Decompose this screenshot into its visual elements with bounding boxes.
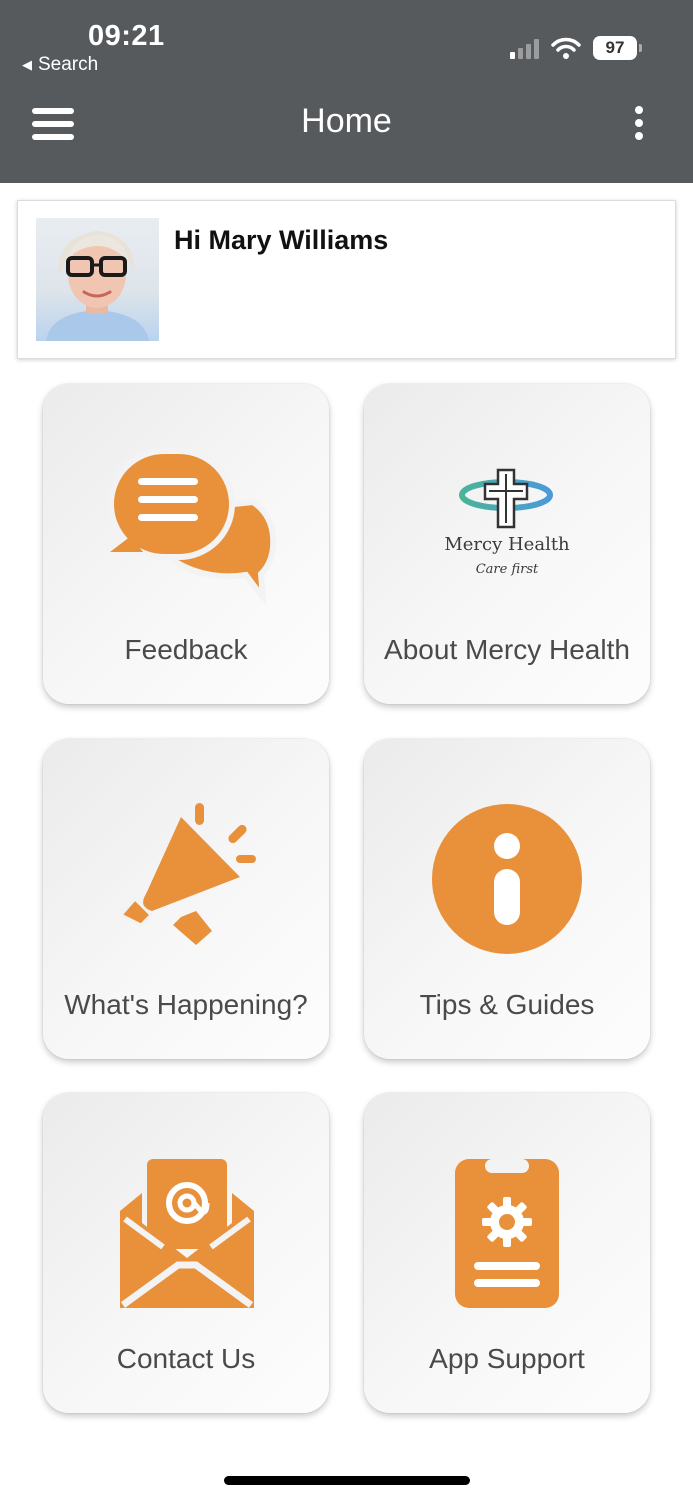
avatar	[36, 218, 159, 341]
mercy-logo-name: Mercy Health	[444, 534, 570, 555]
back-to-search[interactable]: ◀ Search	[22, 54, 98, 76]
back-label: Search	[38, 54, 99, 75]
tile-label: What's Happening?	[64, 989, 308, 1020]
greeting-text: Hi Mary Williams	[174, 225, 389, 255]
status-icons: 97	[510, 36, 642, 60]
back-arrow-icon: ◀	[22, 57, 32, 72]
tile-label: About Mercy Health	[384, 634, 630, 665]
mercy-health-logo: Mercy Health Care first	[364, 384, 650, 624]
top-bar: 09:21 ◀ Search 97 Home	[0, 0, 693, 183]
cellular-signal-icon	[510, 37, 539, 59]
tile-label: Feedback	[124, 634, 248, 665]
email-icon	[43, 1093, 329, 1333]
more-options-icon[interactable]	[628, 106, 650, 146]
app-support-tile[interactable]: App Support	[364, 1093, 650, 1413]
home-indicator[interactable]	[224, 1476, 470, 1485]
wifi-icon	[551, 37, 581, 59]
chat-bubbles-icon	[43, 384, 329, 624]
status-time: 09:21	[88, 20, 165, 52]
info-icon	[364, 739, 650, 979]
contact-us-tile[interactable]: Contact Us	[43, 1093, 329, 1413]
battery-level: 97	[605, 38, 625, 57]
greeting-card: Hi Mary Williams	[17, 200, 676, 359]
phone-settings-icon	[364, 1093, 650, 1333]
mercy-logo-tagline: Care first	[475, 562, 539, 577]
tile-label: Contact Us	[116, 1343, 256, 1374]
whats-happening-tile[interactable]: What's Happening?	[43, 739, 329, 1059]
battery-indicator: 97	[593, 36, 642, 60]
page-title: Home	[301, 102, 392, 140]
tile-label: App Support	[429, 1343, 585, 1374]
tile-label: Tips & Guides	[419, 989, 595, 1020]
tips-guides-tile[interactable]: Tips & Guides	[364, 739, 650, 1059]
megaphone-icon	[43, 739, 329, 979]
feedback-tile[interactable]: Feedback	[43, 384, 329, 704]
about-mercy-health-tile[interactable]: Mercy Health Care first About Mercy Heal…	[364, 384, 650, 704]
